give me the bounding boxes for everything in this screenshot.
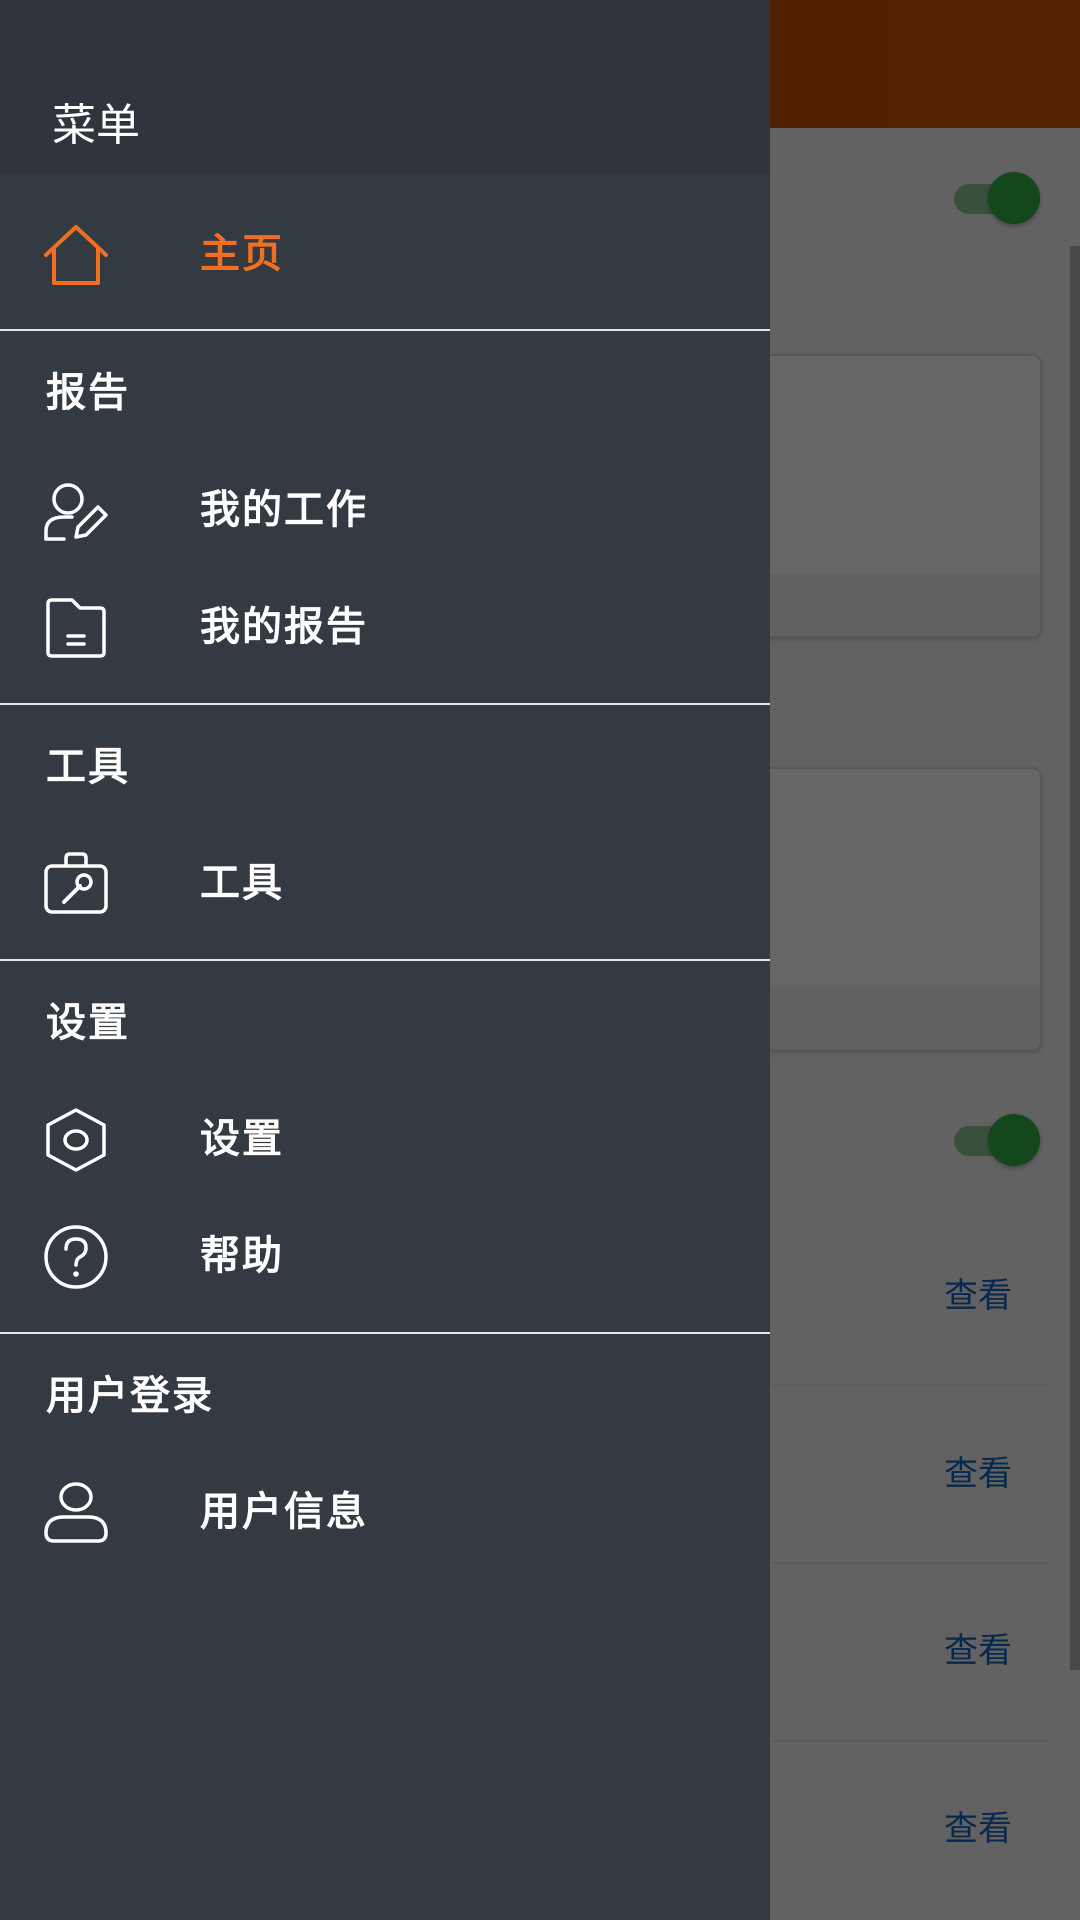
- drawer-header: 菜单: [0, 0, 770, 174]
- home-icon: [44, 225, 108, 285]
- nav-item-help[interactable]: 帮助: [0, 1201, 770, 1311]
- nav-item-my-work[interactable]: 我的工作: [0, 455, 770, 565]
- section-divider: [0, 959, 770, 961]
- nav-item-label: 工具: [200, 860, 284, 906]
- section-title-user-login: 用户登录: [46, 1373, 214, 1419]
- nav-item-label: 我的报告: [200, 604, 368, 650]
- nav-item-my-reports[interactable]: 我的报告: [0, 572, 770, 682]
- nav-item-settings[interactable]: 设置: [0, 1084, 770, 1194]
- help-circle-icon: [44, 1225, 108, 1289]
- nav-item-label: 帮助: [200, 1233, 284, 1279]
- folder-document-icon: [46, 598, 106, 658]
- nav-item-tools[interactable]: 工具: [0, 828, 770, 938]
- section-title-settings: 设置: [46, 1000, 130, 1046]
- section-title-reports: 报告: [46, 370, 130, 416]
- toolbox-icon: [44, 852, 108, 914]
- section-divider: [0, 1332, 770, 1334]
- section-divider: [0, 329, 770, 331]
- nav-item-label: 我的工作: [200, 487, 368, 533]
- user-icon: [44, 1482, 108, 1543]
- screen: 查看 查看 查看 查看 菜单 主页 报告 我的工作: [0, 0, 1080, 1920]
- user-edit-icon: [44, 483, 108, 541]
- navigation-drawer: 菜单 主页 报告 我的工作 我的报告 工具 工具 设置 设置 帮助 用户登录 用…: [0, 0, 770, 1920]
- settings-hexagon-icon: [46, 1108, 106, 1172]
- section-divider: [0, 703, 770, 705]
- nav-item-label: 主页: [200, 231, 284, 277]
- nav-item-home[interactable]: 主页: [0, 199, 770, 309]
- nav-item-user-info[interactable]: 用户信息: [0, 1457, 770, 1567]
- nav-item-label: 用户信息: [200, 1489, 368, 1535]
- drawer-title: 菜单: [52, 100, 140, 151]
- nav-item-label: 设置: [200, 1116, 284, 1162]
- section-title-tools: 工具: [46, 744, 130, 790]
